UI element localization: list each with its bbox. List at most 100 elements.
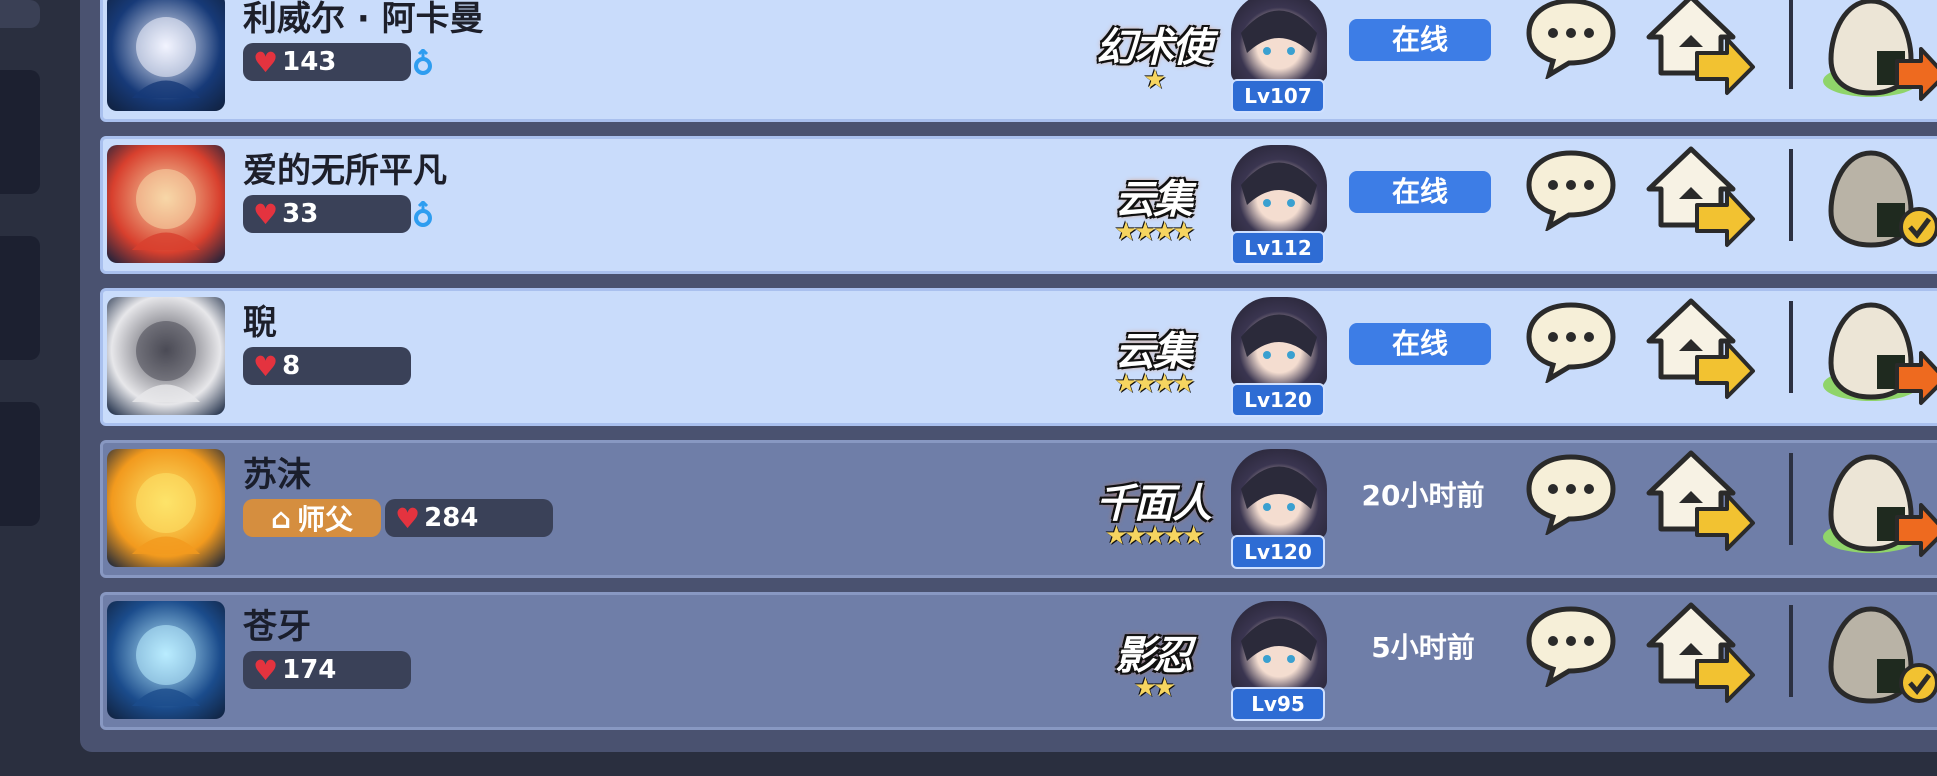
chat-button[interactable] — [1523, 147, 1619, 233]
home-arrow-icon — [1646, 0, 1755, 95]
avatar-art-icon — [132, 625, 200, 706]
home-arrow-icon — [1646, 146, 1755, 247]
character-portrait[interactable] — [1231, 297, 1327, 387]
intimacy-pill: ♥ 284 — [385, 499, 553, 537]
heart-icon: ♥ — [253, 349, 279, 383]
heart-icon: ♥ — [395, 501, 421, 535]
intimacy-pill: ♥ 8 — [243, 347, 411, 385]
level-badge: Lv112 — [1231, 231, 1325, 265]
character-face-icon — [1241, 466, 1317, 511]
visit-home-button[interactable] — [1641, 0, 1759, 97]
friend-name: 利威尔 · 阿卡曼 — [243, 0, 484, 39]
title-badge: 千面人 ★★★★★ — [1083, 461, 1223, 561]
intimacy-pill: ♥ 174 — [243, 651, 411, 689]
intimacy-value: 8 — [282, 351, 301, 381]
rice-ball-icon — [1823, 454, 1937, 557]
sidebar-tab-4[interactable] — [0, 402, 40, 526]
friend-row[interactable]: 爱的无所平凡 ♥ 33 云集 ★★★★ Lv112 在线 — [100, 136, 1937, 274]
rice-ball-button[interactable] — [1815, 601, 1937, 713]
sidebar-tab-3[interactable] — [0, 236, 40, 360]
rice-ball-button[interactable] — [1815, 297, 1937, 409]
character-portrait[interactable] — [1231, 601, 1327, 691]
character-face-icon — [1241, 618, 1317, 663]
title-stars: ★ — [1143, 65, 1166, 95]
master-tag: ⌂ 师父 — [243, 499, 381, 537]
visit-home-button[interactable] — [1641, 595, 1759, 705]
level-badge: Lv107 — [1231, 79, 1325, 113]
chat-button[interactable] — [1523, 603, 1619, 689]
intimacy-pill: ♥ 143 — [243, 43, 411, 81]
chat-bubble-icon — [1526, 454, 1616, 537]
sidebar-tab-1[interactable] — [0, 0, 40, 28]
intimacy-value: 33 — [282, 199, 319, 229]
title-stars: ★★★★★ — [1104, 521, 1206, 551]
visit-home-button[interactable] — [1641, 443, 1759, 553]
online-status: 5小时前 — [1371, 631, 1475, 664]
intimacy-pill: ♥ 33 — [243, 195, 411, 233]
intimacy-value: 143 — [282, 47, 337, 77]
rice-ball-button[interactable] — [1815, 0, 1937, 105]
character-portrait[interactable] — [1231, 0, 1327, 83]
row-divider — [1789, 149, 1793, 241]
sidebar-tab-2[interactable] — [0, 70, 40, 194]
title-stars: ★★★★ — [1114, 369, 1195, 399]
level-badge: Lv120 — [1231, 383, 1325, 417]
male-gender-icon — [411, 47, 435, 77]
male-gender-icon — [411, 199, 435, 229]
master-hat-icon: ⌂ — [270, 501, 292, 535]
friend-row[interactable]: 利威尔 · 阿卡曼 ♥ 143 幻术使 ★ Lv107 在线 — [100, 0, 1937, 122]
online-status: 20小时前 — [1361, 479, 1485, 512]
character-face-icon — [1241, 162, 1317, 207]
friend-avatar[interactable] — [107, 297, 225, 415]
home-arrow-icon — [1646, 450, 1755, 551]
home-arrow-icon — [1646, 602, 1755, 703]
master-label: 师父 — [297, 503, 354, 536]
title-badge: 云集 ★★★★ — [1083, 157, 1223, 257]
avatar-art-icon — [132, 169, 200, 250]
avatar-art-icon — [132, 473, 200, 554]
avatar-art-icon — [132, 17, 200, 98]
friend-avatar[interactable] — [107, 601, 225, 719]
character-face-icon — [1241, 10, 1317, 55]
home-arrow-icon — [1646, 298, 1755, 399]
avatar-art-icon — [132, 321, 200, 402]
chat-bubble-icon — [1526, 0, 1616, 81]
rice-ball-icon — [1828, 150, 1937, 248]
title-stars: ★★ — [1133, 673, 1177, 703]
row-divider — [1789, 301, 1793, 393]
character-face-icon — [1241, 314, 1317, 359]
rice-ball-icon — [1823, 302, 1937, 405]
online-status: 在线 — [1349, 323, 1491, 365]
title-stars: ★★★★ — [1114, 217, 1195, 247]
friend-name: 聣 — [243, 303, 277, 343]
online-status: 在线 — [1349, 171, 1491, 213]
row-divider — [1789, 605, 1793, 697]
intimacy-value: 174 — [282, 655, 337, 685]
visit-home-button[interactable] — [1641, 291, 1759, 401]
chat-button[interactable] — [1523, 451, 1619, 537]
friend-row[interactable]: 苍牙 ♥ 174 影忍 ★★ Lv95 5小时前 — [100, 592, 1937, 730]
friend-row[interactable]: 苏沫 ⌂ 师父 ♥ 284 千面人 ★★★★★ Lv120 20小时前 — [100, 440, 1937, 578]
character-portrait[interactable] — [1231, 449, 1327, 539]
rice-ball-button[interactable] — [1815, 449, 1937, 561]
chat-button[interactable] — [1523, 0, 1619, 81]
title-badge: 幻术使 ★ — [1083, 5, 1223, 105]
heart-icon: ♥ — [253, 45, 279, 79]
friend-avatar[interactable] — [107, 145, 225, 263]
chat-bubble-icon — [1526, 606, 1616, 689]
heart-icon: ♥ — [253, 653, 279, 687]
visit-home-button[interactable] — [1641, 139, 1759, 249]
chat-button[interactable] — [1523, 299, 1619, 385]
friend-avatar[interactable] — [107, 449, 225, 567]
title-badge: 影忍 ★★ — [1083, 613, 1223, 713]
online-status: 在线 — [1349, 19, 1491, 61]
level-badge: Lv95 — [1231, 687, 1325, 721]
rice-ball-icon — [1823, 0, 1937, 101]
character-portrait[interactable] — [1231, 145, 1327, 235]
rice-ball-button[interactable] — [1815, 145, 1937, 257]
friend-name: 苍牙 — [243, 607, 311, 647]
title-badge: 云集 ★★★★ — [1083, 309, 1223, 409]
friend-row[interactable]: 聣 ♥ 8 云集 ★★★★ Lv120 在线 — [100, 288, 1937, 426]
friend-avatar[interactable] — [107, 0, 225, 111]
chat-bubble-icon — [1526, 302, 1616, 385]
